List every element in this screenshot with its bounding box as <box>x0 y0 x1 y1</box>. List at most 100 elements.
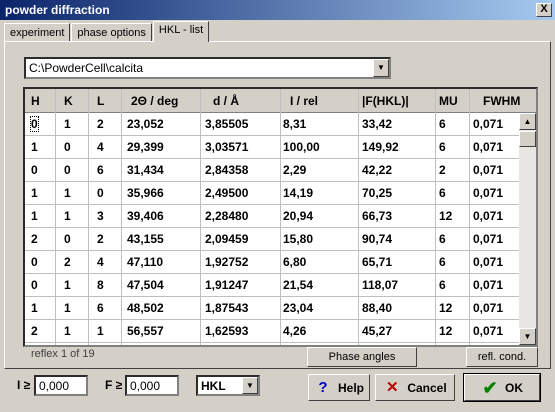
scroll-thumb[interactable] <box>519 131 536 147</box>
cell-h: 0 <box>31 255 38 269</box>
cell-k: 1 <box>64 186 71 200</box>
scroll-up-icon[interactable]: ▲ <box>519 113 536 130</box>
cell-intensity: 8,31 <box>283 117 307 131</box>
cell-intensity: 21,54 <box>283 278 314 292</box>
table-row[interactable]: 2 1 1 56,557 1,62593 4,26 45,27 12 0,071 <box>25 320 519 343</box>
cell-l: 8 <box>97 278 104 292</box>
cell-k: 1 <box>64 278 71 292</box>
cell-f-hkl: 65,71 <box>362 255 393 269</box>
cell-fwhm: 0,071 <box>473 278 504 292</box>
cell-h: 1 <box>31 186 38 200</box>
cell-k: 0 <box>64 232 71 246</box>
cell-mu: 12 <box>439 301 453 315</box>
table-row[interactable]: 1 1 0 35,966 2,49500 14,19 70,25 6 0,071 <box>25 182 519 205</box>
cell-f-hkl: 66,73 <box>362 209 393 223</box>
cell-d: 1,62593 <box>205 324 249 338</box>
cell-l: 4 <box>97 140 104 154</box>
question-icon: ? <box>318 378 328 396</box>
table-row[interactable]: 2 0 2 43,155 2,09459 15,80 90,74 6 0,071 <box>25 228 519 251</box>
cross-icon: ✕ <box>386 378 399 396</box>
ok-button[interactable]: ✔ OK <box>463 373 541 402</box>
cell-h: 0 <box>30 116 39 132</box>
table-row[interactable]: 1 1 3 39,406 2,28480 20,94 66,73 12 0,071 <box>25 205 519 228</box>
cell-d: 2,49500 <box>205 186 249 200</box>
table-row[interactable]: 1 1 6 48,502 1,87543 23,04 88,40 12 0,071 <box>25 297 519 320</box>
cell-intensity: 100,00 <box>283 140 320 154</box>
cell-2theta: 23,052 <box>127 117 164 131</box>
header-f-hkl: |F(HKL)| <box>362 94 409 108</box>
vertical-scrollbar[interactable]: ▲ ▼ <box>519 113 536 345</box>
cell-mu: 6 <box>439 117 446 131</box>
cell-k: 2 <box>64 255 71 269</box>
cell-h: 0 <box>31 163 38 177</box>
cell-l: 3 <box>97 209 104 223</box>
cell-mu: 6 <box>439 232 446 246</box>
help-label: Help <box>337 380 364 395</box>
file-path-combobox[interactable]: C:\PowderCell\calcita ▼ <box>24 57 391 79</box>
table-row[interactable]: 12257,3931,6042211,4275,36120,071 <box>25 343 519 345</box>
hkl-select[interactable]: HKL ▼ <box>196 375 260 396</box>
cell-fwhm: 0,071 <box>473 324 504 338</box>
cell-l: 2 <box>97 117 104 131</box>
header-l: L <box>97 94 105 108</box>
tab-panel: C:\PowderCell\calcita ▼ H K L 2Θ / deg d… <box>4 41 551 369</box>
reflex-counter: reflex 1 of 19 <box>31 348 95 360</box>
cell-f-hkl: 45,27 <box>362 324 393 338</box>
cell-f-hkl: 149,92 <box>362 140 399 154</box>
cell-k: 1 <box>64 301 71 315</box>
i-min-input[interactable]: 0,000 <box>34 375 88 396</box>
hkl-select-value: HKL <box>201 379 226 393</box>
cell-fwhm: 0,071 <box>473 301 504 315</box>
table-row[interactable]: 0 0 6 31,434 2,84358 2,29 42,22 2 0,071 <box>25 159 519 182</box>
header-fwhm: FWHM <box>483 94 521 108</box>
cell-d: 3,85505 <box>205 117 249 131</box>
cell-l: 6 <box>97 163 104 177</box>
cancel-button[interactable]: ✕ Cancel <box>375 374 455 401</box>
header-intensity: I / rel <box>290 94 319 108</box>
cell-mu: 6 <box>439 140 446 154</box>
cell-h: 1 <box>31 301 38 315</box>
cell-2theta: 56,557 <box>127 324 164 338</box>
cell-intensity: 4,26 <box>283 324 307 338</box>
title-bar: powder diffraction X <box>0 0 555 20</box>
cell-l: 6 <box>97 301 104 315</box>
cell-2theta: 39,406 <box>127 209 164 223</box>
cell-2theta: 47,110 <box>127 255 164 269</box>
cell-mu: 2 <box>439 163 446 177</box>
cell-k: 0 <box>64 163 71 177</box>
check-icon: ✔ <box>482 377 498 398</box>
scroll-down-icon[interactable]: ▼ <box>519 328 536 345</box>
header-2theta: 2Θ / deg <box>131 94 179 108</box>
tab-phase-options[interactable]: phase options <box>71 23 152 42</box>
cell-d: 2,09459 <box>205 232 249 246</box>
cancel-label: Cancel <box>407 380 447 395</box>
cell-k: 1 <box>64 209 71 223</box>
f-min-input[interactable]: 0,000 <box>125 375 179 396</box>
cell-f-hkl: 70,25 <box>362 186 393 200</box>
cell-d: 2,28480 <box>205 209 249 223</box>
cell-f-hkl: 118,07 <box>362 278 399 292</box>
tab-hkl-list[interactable]: HKL - list <box>152 21 210 42</box>
i-filter-label: I ≥ <box>17 378 31 392</box>
cell-d: 1,92752 <box>205 255 249 269</box>
table-row[interactable]: 1 0 4 29,399 3,03571 100,00 149,92 6 0,071 <box>25 136 519 159</box>
chevron-down-icon[interactable]: ▼ <box>373 59 389 77</box>
header-d: d / Å <box>213 94 239 108</box>
phase-angles-button[interactable]: Phase angles <box>307 347 417 367</box>
table-row[interactable]: 0 2 4 47,110 1,92752 6,80 65,71 6 0,071 <box>25 251 519 274</box>
cell-l: 1 <box>97 324 104 338</box>
tab-experiment[interactable]: experiment <box>4 23 71 42</box>
cell-fwhm: 0,071 <box>473 209 504 223</box>
help-button[interactable]: ? Help <box>308 374 370 401</box>
cell-intensity: 23,04 <box>283 301 314 315</box>
chevron-down-icon[interactable]: ▼ <box>242 377 258 394</box>
table-row[interactable]: 0 1 2 23,052 3,85505 8,31 33,42 6 0,071 <box>25 113 519 136</box>
table-row[interactable]: 0 1 8 47,504 1,91247 21,54 118,07 6 0,071 <box>25 274 519 297</box>
cell-fwhm: 0,071 <box>473 255 504 269</box>
cell-h: 2 <box>31 324 38 338</box>
close-button[interactable]: X <box>536 3 552 17</box>
cell-2theta: 29,399 <box>127 140 164 154</box>
cell-f-hkl: 42,22 <box>362 163 393 177</box>
file-path-value: C:\PowderCell\calcita <box>29 61 144 75</box>
refl-cond-button[interactable]: refl. cond. <box>466 347 538 367</box>
